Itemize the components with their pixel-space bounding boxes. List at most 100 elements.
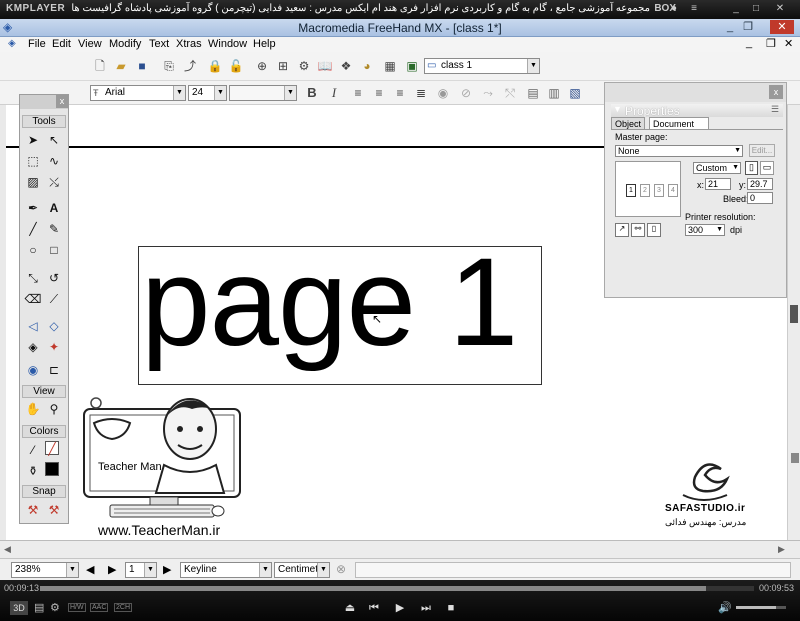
layers-icon[interactable]: ⊞ xyxy=(275,58,291,74)
player-maximize-button[interactable]: □ xyxy=(748,2,764,16)
app-restore-button[interactable]: ❐ xyxy=(740,20,756,34)
text-tool-icon[interactable]: A xyxy=(45,199,63,217)
perspective-tool-icon[interactable]: ◈ xyxy=(24,338,42,356)
page-thumb-1[interactable]: 1 xyxy=(626,184,636,197)
align-right-icon[interactable]: ≡ xyxy=(392,85,408,101)
menu-edit[interactable]: Edit xyxy=(52,38,71,50)
page-thumb-4[interactable]: 4 xyxy=(668,184,678,197)
menu-window[interactable]: Window xyxy=(208,38,247,50)
next-icon[interactable]: ⏭ xyxy=(419,601,433,615)
page-height-field[interactable]: 29.7 xyxy=(747,178,773,190)
play-icon[interactable]: ▶ xyxy=(393,601,407,615)
fill-color-icon[interactable]: ⚱ xyxy=(24,462,42,480)
scrollbar-thumb[interactable] xyxy=(791,453,799,463)
properties-title-bar[interactable]: ▼ Properties ☰ xyxy=(611,104,783,118)
font-family-select[interactable]: Ŧ Arial ▼ xyxy=(90,85,186,101)
unlock-icon[interactable]: 🔓 xyxy=(228,58,244,74)
zoom-select[interactable]: 238% ▼ xyxy=(11,562,79,578)
pen-tool-icon[interactable]: ✒ xyxy=(24,199,42,217)
panel-options-icon[interactable]: ☰ xyxy=(771,104,779,115)
knife-tool-icon[interactable]: ⟋ xyxy=(45,290,63,308)
spelling-icon[interactable]: ▥ xyxy=(546,85,562,101)
color-mixer-icon[interactable]: ▣ xyxy=(404,58,420,74)
add-page-icon[interactable]: ↗ xyxy=(615,223,629,237)
panel-dock-handle[interactable] xyxy=(790,305,798,323)
volume-icon[interactable]: 🔊 xyxy=(718,601,732,615)
rectangle-tool-icon[interactable]: □ xyxy=(45,241,63,259)
volume-slider[interactable] xyxy=(736,606,786,609)
library-icon[interactable]: 📖 xyxy=(317,58,333,74)
snap-to-grid-icon[interactable]: ⚒ xyxy=(45,501,63,519)
swatches-icon[interactable]: ◕ xyxy=(359,58,375,74)
units-select[interactable]: Centimeters ▼ xyxy=(274,562,330,578)
eraser-tool-icon[interactable]: ⌫ xyxy=(24,290,42,308)
app-minimize-button[interactable]: _ xyxy=(722,20,738,34)
landscape-orientation-icon[interactable]: ▭ xyxy=(760,161,774,175)
document-select[interactable]: ▭ class 1 ▼ xyxy=(424,58,540,74)
tools-panel-header[interactable]: x xyxy=(20,95,68,109)
pin-icon[interactable]: ● xyxy=(666,2,682,16)
envelope-tool-icon[interactable]: ✦ xyxy=(45,338,63,356)
save-icon[interactable]: ■ xyxy=(134,58,150,74)
playlist-icon[interactable]: ▤ xyxy=(34,601,44,614)
font-size-select[interactable]: 24 ▼ xyxy=(188,85,227,101)
settings-icon[interactable]: ⚙ xyxy=(50,601,60,614)
doc-restore-button[interactable]: ❐ xyxy=(766,37,776,50)
stroke-swatch[interactable]: ╱ xyxy=(45,441,59,456)
align-icon[interactable]: ⊕ xyxy=(254,58,270,74)
page-thumb-3[interactable]: 3 xyxy=(654,184,664,197)
pointer-tool-icon[interactable]: ➤ xyxy=(24,131,42,149)
flow-inside-path-icon[interactable]: ⤳ xyxy=(480,85,496,101)
badge-3d[interactable]: 3D xyxy=(10,601,28,615)
scale-tool-icon[interactable]: ⤡ xyxy=(24,269,42,287)
detach-from-path-icon[interactable]: ⤲ xyxy=(502,85,518,101)
justify-icon[interactable]: ≣ xyxy=(413,85,429,101)
attach-to-path-icon[interactable]: ◉ xyxy=(435,85,451,101)
doc-minimize-button[interactable]: _ xyxy=(746,37,752,49)
hand-tool-icon[interactable]: ✋ xyxy=(24,400,42,418)
grid-icon[interactable]: ▦ xyxy=(382,58,398,74)
tools-close-button[interactable]: x xyxy=(56,95,68,108)
lasso-tool-icon[interactable]: ∿ xyxy=(45,152,63,170)
last-page-icon[interactable]: ▶ xyxy=(163,563,171,576)
subselect-tool-icon[interactable]: ↖ xyxy=(45,131,63,149)
eyedropper-tool-icon[interactable]: ⤯ xyxy=(45,173,63,191)
expand-arrow-icon[interactable]: ▼ xyxy=(613,104,622,114)
page-thumb-2[interactable]: 2 xyxy=(640,184,650,197)
scroll-left-icon[interactable]: ◀ xyxy=(4,544,11,555)
fill-swatch[interactable] xyxy=(45,462,59,476)
menu-xtras[interactable]: Xtras xyxy=(176,38,202,50)
connector-tool-icon[interactable]: ⊏ xyxy=(45,361,63,379)
portrait-orientation-icon[interactable]: ▯ xyxy=(745,161,758,175)
new-document-icon[interactable]: 🗋 xyxy=(92,58,108,74)
page-tool-icon[interactable]: ⬚ xyxy=(24,152,42,170)
stop-icon[interactable]: ■ xyxy=(444,601,458,615)
freeform-tool-icon[interactable]: ↺ xyxy=(45,269,63,287)
italic-icon[interactable]: I xyxy=(326,85,342,101)
app-close-button[interactable]: ✕ xyxy=(770,20,794,34)
snap-to-point-icon[interactable]: ⚒ xyxy=(24,501,42,519)
symbols-icon[interactable]: ❖ xyxy=(338,58,354,74)
properties-panel-header[interactable]: x xyxy=(605,83,786,102)
convert-to-paths-icon[interactable]: ⊘ xyxy=(458,85,474,101)
page-setup-icon[interactable]: ▯ xyxy=(647,223,661,237)
view-mode-select[interactable]: Keyline ▼ xyxy=(180,562,272,578)
zoom-tool-icon[interactable]: ⚲ xyxy=(45,400,63,418)
export-icon[interactable]: ⤴ xyxy=(182,58,198,74)
align-center-icon[interactable]: ≡ xyxy=(371,85,387,101)
menu-file[interactable]: File xyxy=(28,38,46,50)
action-tool-icon[interactable]: ◉ xyxy=(24,361,42,379)
vertical-scrollbar[interactable] xyxy=(787,105,800,540)
edit-master-button[interactable]: Edit... xyxy=(749,144,775,157)
scroll-right-icon[interactable]: ▶ xyxy=(778,544,785,555)
previous-page-icon[interactable]: ◀ xyxy=(86,563,94,576)
player-minimize-button[interactable]: _ xyxy=(728,2,744,16)
player-close-button[interactable]: ✕ xyxy=(772,2,788,16)
import-icon[interactable]: ⎘ xyxy=(161,58,177,74)
page-select[interactable]: 1 ▼ xyxy=(125,562,157,578)
font-style-select[interactable]: ▼ xyxy=(229,85,297,101)
bold-icon[interactable]: B xyxy=(304,85,320,101)
pencil-tool-icon[interactable]: ✎ xyxy=(45,220,63,238)
open-folder-icon[interactable]: ▰ xyxy=(113,58,129,74)
line-tool-icon[interactable]: ╱ xyxy=(24,220,42,238)
